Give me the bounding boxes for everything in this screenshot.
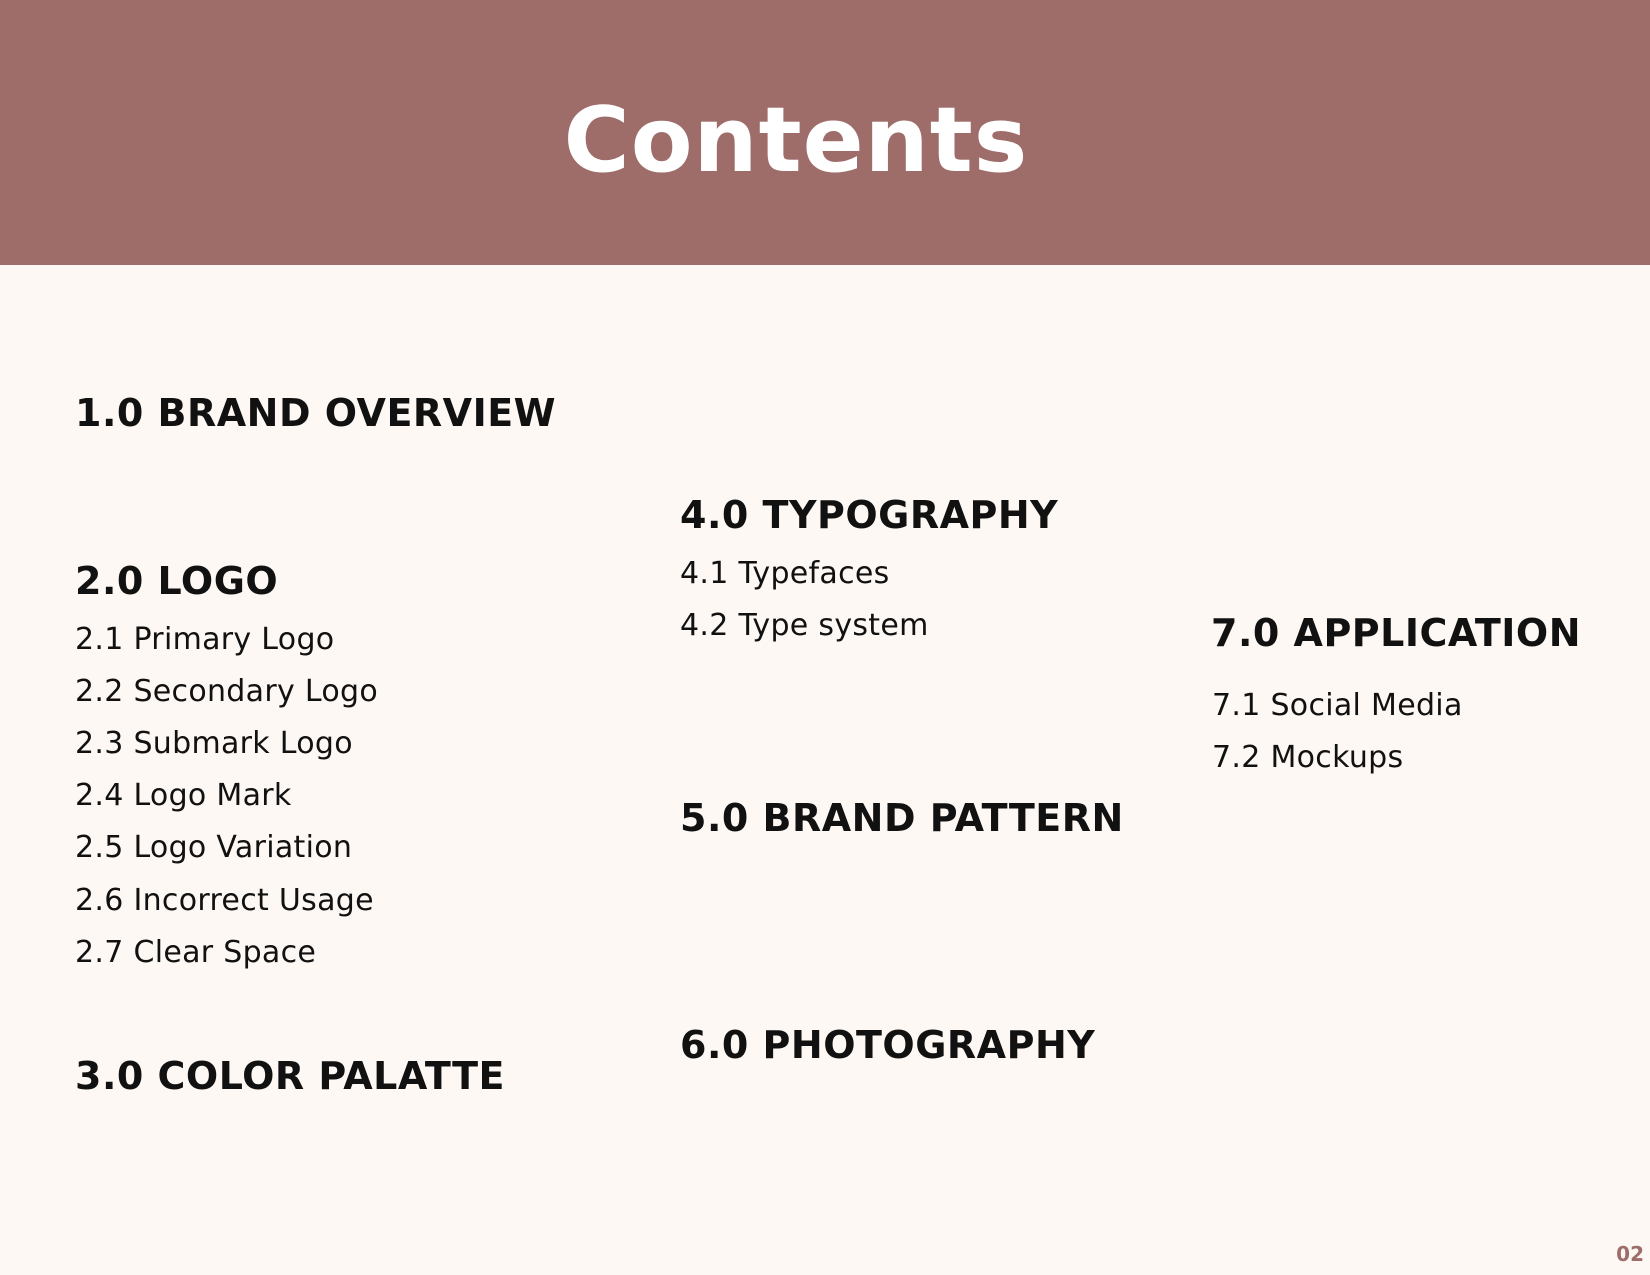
toc-item-submark-logo: 2.3 Submark Logo (75, 726, 353, 761)
header-band: Contents (0, 0, 1650, 265)
section-heading-brand-overview: 1.0 BRAND OVERVIEW (75, 391, 557, 435)
section-heading-photography: 6.0 PHOTOGRAPHY (680, 1023, 1096, 1067)
section-heading-application: 7.0 APPLICATION (1211, 611, 1582, 655)
toc-item-incorrect-usage: 2.6 Incorrect Usage (75, 883, 374, 918)
toc-item-logo-variation: 2.5 Logo Variation (75, 830, 353, 865)
toc-item-logo-mark: 2.4 Logo Mark (75, 778, 292, 813)
toc-item-mockups: 7.2 Mockups (1212, 740, 1404, 775)
section-heading-typography: 4.0 TYPOGRAPHY (680, 493, 1059, 537)
toc-item-type-system: 4.2 Type system (680, 608, 929, 643)
toc-item-social-media: 7.1 Social Media (1212, 688, 1463, 723)
page-title: Contents (563, 88, 1029, 193)
section-heading-logo: 2.0 LOGO (75, 559, 279, 603)
toc-item-typefaces: 4.1 Typefaces (680, 556, 890, 591)
section-heading-brand-pattern: 5.0 BRAND PATTERN (680, 796, 1124, 840)
toc-item-primary-logo: 2.1 Primary Logo (75, 622, 335, 657)
section-heading-color-palette: 3.0 COLOR PALATTE (75, 1054, 506, 1098)
page-number: 02 (1616, 1242, 1644, 1266)
toc-item-secondary-logo: 2.2 Secondary Logo (75, 674, 378, 709)
toc-item-clear-space: 2.7 Clear Space (75, 935, 317, 970)
